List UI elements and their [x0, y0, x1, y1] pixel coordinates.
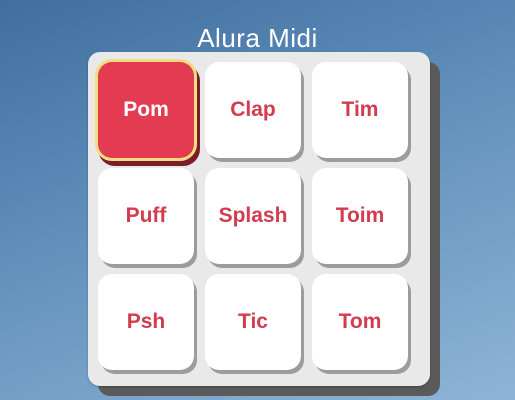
pad-splash[interactable]: Splash: [205, 168, 301, 264]
pad-board: Pom Clap Tim Puff Splash Toim Psh Tic To…: [88, 52, 430, 386]
pad-psh[interactable]: Psh: [98, 274, 194, 370]
pad-toim[interactable]: Toim: [312, 168, 408, 264]
pad-puff[interactable]: Puff: [98, 168, 194, 264]
pad-clap[interactable]: Clap: [205, 62, 301, 158]
pad-tic[interactable]: Tic: [205, 274, 301, 370]
app-title: Alura Midi: [197, 23, 318, 54]
pad-pom[interactable]: Pom: [98, 62, 194, 158]
pad-tim[interactable]: Tim: [312, 62, 408, 158]
pad-tom[interactable]: Tom: [312, 274, 408, 370]
